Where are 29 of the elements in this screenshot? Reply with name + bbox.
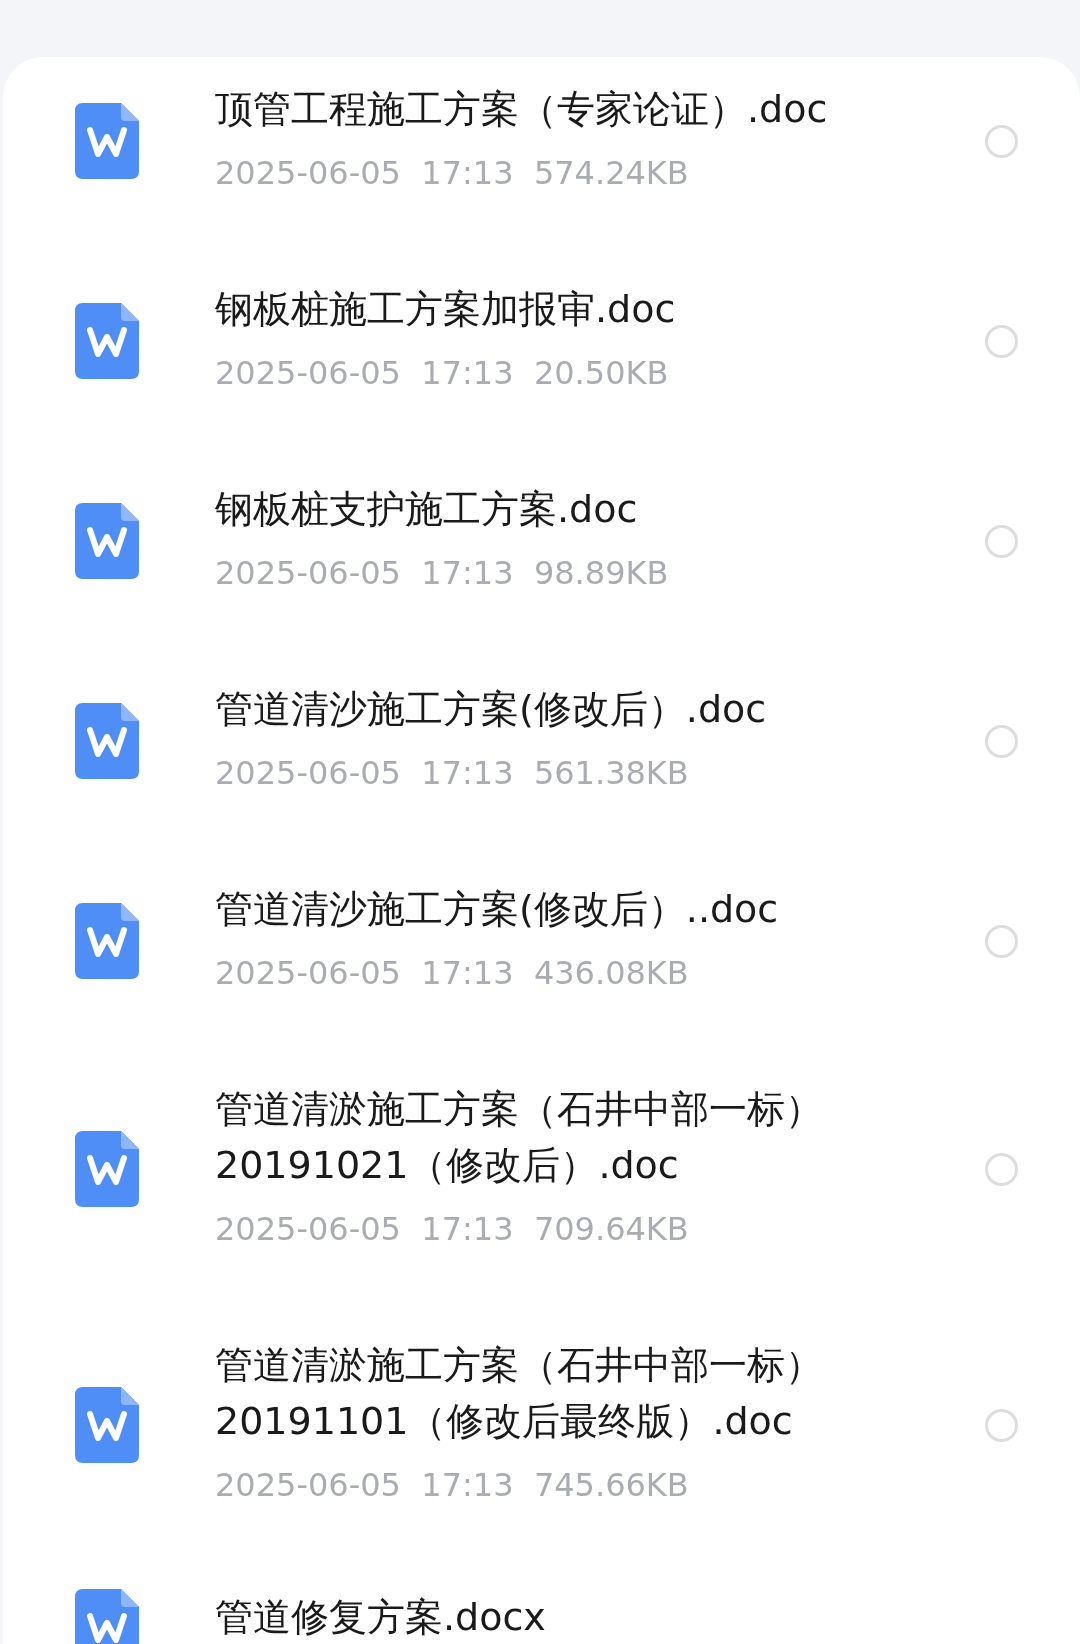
word-document-icon [75,1387,139,1463]
file-name: 管道清沙施工方案(修改后）..doc [215,886,780,933]
select-radio[interactable] [985,124,1018,158]
word-document-icon [75,103,139,179]
select-radio[interactable] [985,924,1018,958]
file-details: 2025-06-05 17:13 20.50KB [215,353,670,394]
word-document-icon [75,903,139,979]
file-name: 管道修复方案.docx [215,1594,547,1641]
file-details: 2025-06-05 17:13 574.24KB [215,153,690,194]
file-name: 管道清淤施工方案（石井中部一标）20191101（修改后最终版）.doc [215,1342,824,1445]
select-radio[interactable] [985,1152,1018,1186]
word-document-icon [75,1131,139,1207]
select-radio[interactable] [985,1408,1018,1442]
file-details: 2025-06-05 17:13 436.08KB [215,953,690,994]
file-name: 钢板桩施工方案加报审.doc [215,286,677,333]
select-radio[interactable] [985,524,1018,558]
select-radio[interactable] [985,724,1018,758]
word-document-icon [75,503,139,579]
file-name: 管道清淤施工方案（石井中部一标）20191021（修改后）.doc [215,1086,824,1189]
file-details: 2025-06-05 17:13 561.38KB [215,753,690,794]
select-radio[interactable] [985,324,1018,358]
file-details: 2025-06-05 17:13 745.66KB [215,1465,690,1506]
file-details: 2025-06-05 17:13 98.89KB [215,553,670,594]
file-name: 管道清沙施工方案(修改后）.doc [215,686,768,733]
file-details: 2025-06-05 17:13 709.64KB [215,1209,690,1250]
word-document-icon [75,303,139,379]
word-document-icon [75,703,139,779]
file-name: 钢板桩支护施工方案.doc [215,486,639,533]
file-name: 顶管工程施工方案（专家论证）.doc [215,86,829,133]
